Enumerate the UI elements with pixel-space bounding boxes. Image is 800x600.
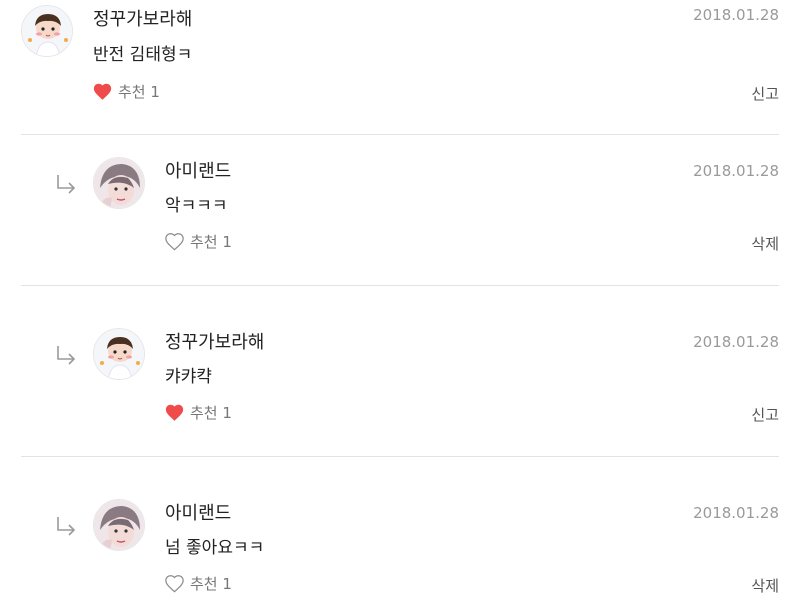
comment-date: 2018.01.28 — [693, 504, 779, 522]
reply-item: 정꾸가보라해 2018.01.28 캬캬캭 추천 1 신고 — [0, 306, 800, 456]
reply-item: 아미랜드 2018.01.28 악ㅋㅋㅋ 추천 1 삭제 — [0, 135, 800, 285]
comment-item: 정꾸가보라해 2018.01.28 반전 김태형ㅋ 추천 1 신고 — [0, 0, 800, 135]
like-button[interactable]: 추천 1 — [92, 81, 160, 102]
comment-username[interactable]: 아미랜드 — [165, 157, 231, 183]
divider — [21, 456, 779, 457]
like-button[interactable]: 추천 1 — [164, 231, 232, 252]
reply-arrow-icon — [57, 346, 76, 365]
comment-date: 2018.01.28 — [693, 162, 779, 180]
comment-text: 반전 김태형ㅋ — [93, 45, 193, 65]
report-button[interactable]: 신고 — [751, 83, 779, 104]
avatar[interactable] — [21, 5, 73, 57]
comment-username[interactable]: 아미랜드 — [165, 499, 231, 525]
comment-text: 악ㅋㅋㅋ — [165, 196, 228, 216]
reply-item: 아미랜드 2018.01.28 넘 좋아요ㅋㅋ 추천 1 삭제 — [0, 477, 800, 600]
delete-button[interactable]: 삭제 — [751, 233, 779, 254]
avatar[interactable] — [93, 499, 145, 551]
like-count: 추천 1 — [190, 233, 232, 251]
chibi-character-avatar-icon — [94, 329, 144, 379]
like-count: 추천 1 — [190, 404, 232, 422]
like-count: 추천 1 — [118, 83, 160, 101]
reply-arrow-icon — [57, 175, 76, 194]
divider — [21, 285, 779, 286]
report-button[interactable]: 신고 — [751, 404, 779, 425]
reply-arrow-icon — [57, 517, 76, 536]
delete-button[interactable]: 삭제 — [751, 575, 779, 596]
comment-date: 2018.01.28 — [693, 6, 779, 24]
like-button[interactable]: 추천 1 — [164, 402, 232, 423]
heart-outline-icon — [165, 575, 184, 593]
comment-text: 넘 좋아요ㅋㅋ — [165, 538, 265, 558]
profile-photo-avatar-icon — [94, 500, 144, 550]
like-count: 추천 1 — [190, 575, 232, 593]
comment-username[interactable]: 정꾸가보라해 — [93, 5, 192, 31]
profile-photo-avatar-icon — [94, 158, 144, 208]
heart-filled-icon — [165, 404, 184, 421]
comment-username[interactable]: 정꾸가보라해 — [165, 328, 264, 354]
heart-filled-icon — [93, 83, 112, 100]
like-button[interactable]: 추천 1 — [164, 573, 232, 594]
heart-outline-icon — [165, 233, 184, 251]
comment-text: 캬캬캭 — [165, 367, 212, 387]
comment-date: 2018.01.28 — [693, 333, 779, 351]
chibi-character-avatar-icon — [22, 6, 72, 56]
avatar[interactable] — [93, 157, 145, 209]
avatar[interactable] — [93, 328, 145, 380]
